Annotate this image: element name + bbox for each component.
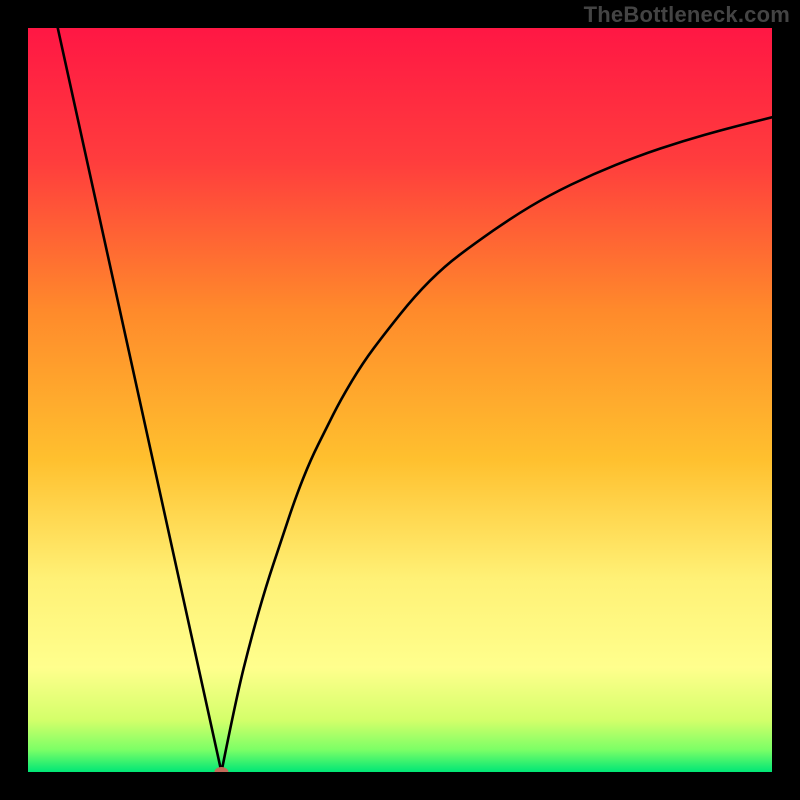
watermark-text: TheBottleneck.com (584, 2, 790, 28)
plot-area (28, 28, 772, 772)
chart-frame: TheBottleneck.com (0, 0, 800, 800)
chart-svg (28, 28, 772, 772)
